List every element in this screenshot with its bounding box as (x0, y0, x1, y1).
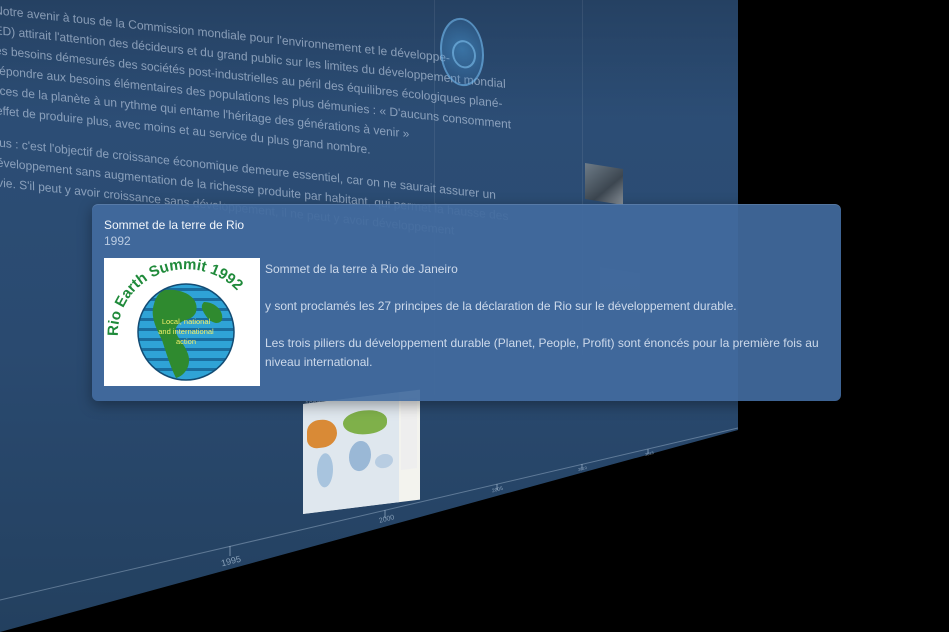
logo-center-line: Local, national (162, 317, 211, 326)
axis-tick-label: 2015 (644, 449, 655, 458)
popup-paragraph: Sommet de la terre à Rio de Janeiro (265, 262, 458, 276)
logo-center-line: action (176, 337, 196, 346)
rio-earth-summit-logo: Rio Earth Summit 1992 Local, national an… (104, 258, 260, 386)
popup-paragraph: Les trois piliers du développement durab… (265, 336, 819, 369)
logo-center-line: and international (158, 327, 214, 336)
event-thumbnail[interactable] (585, 162, 623, 206)
popup-description: Sommet de la terre à Rio de Janeiro y so… (265, 260, 820, 390)
popup-title: Sommet de la terre de Rio (104, 218, 245, 232)
popup-paragraph: y sont proclamés les 27 principes de la … (265, 299, 737, 313)
event-popup[interactable]: Sommet de la terre de Rio 1992 Rio Earth… (92, 204, 841, 401)
popup-year: 1992 (104, 234, 131, 248)
world-map-thumbnail[interactable] (303, 389, 420, 514)
